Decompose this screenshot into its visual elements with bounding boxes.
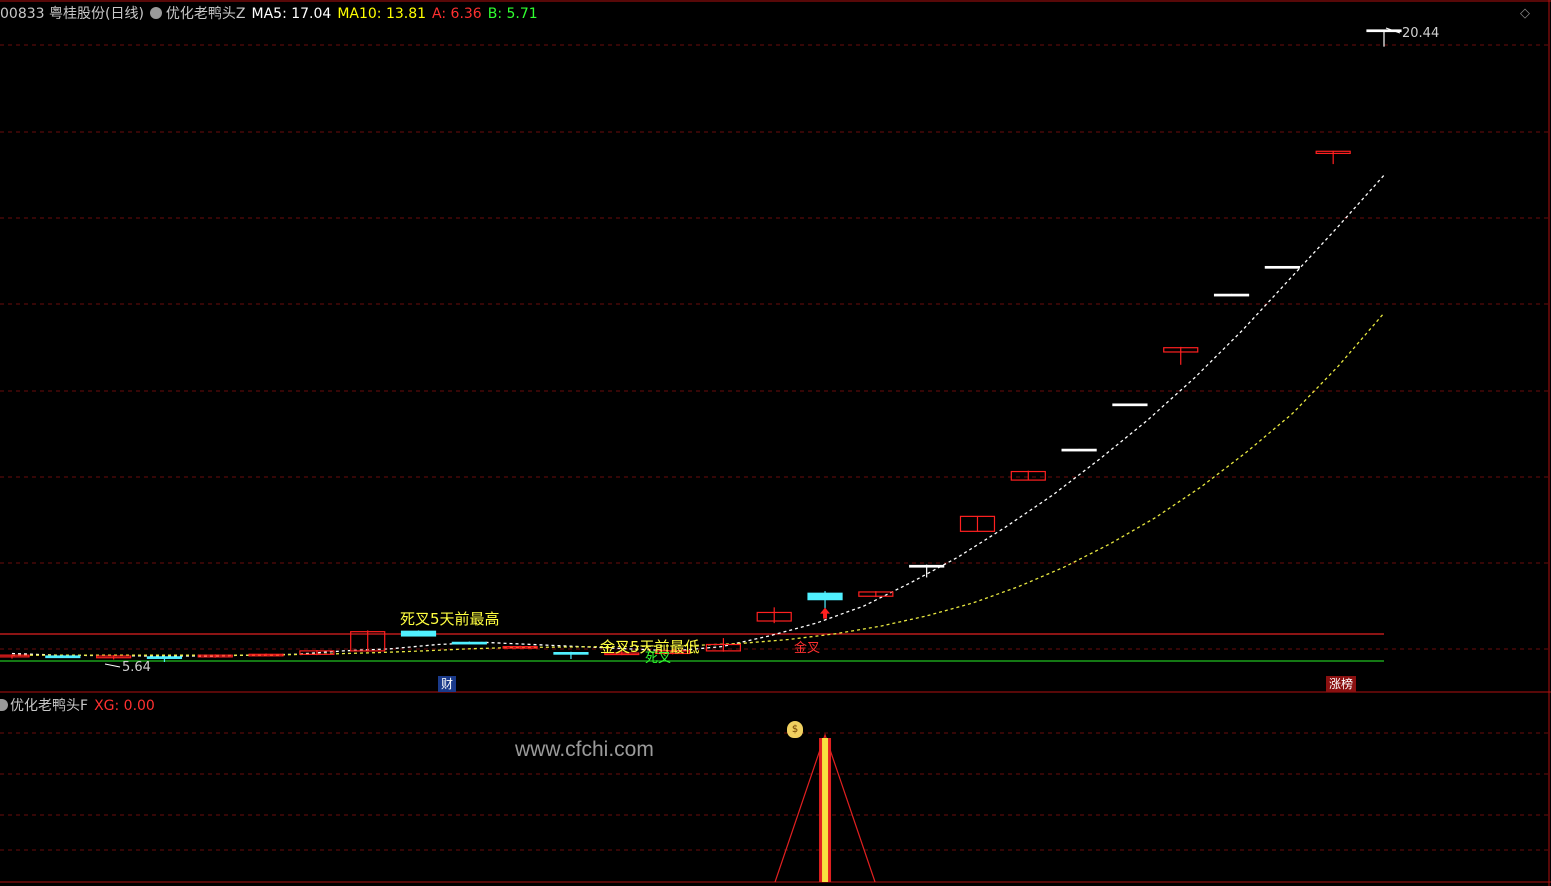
candle-body — [451, 641, 487, 645]
high-price-label: 20.44 — [1402, 26, 1440, 41]
cai-marker[interactable]: 财 — [438, 676, 457, 692]
sub-panel-header: 优化老鸭头F XG: 0.00 — [0, 695, 161, 715]
a-value: A: 6.36 — [432, 6, 482, 22]
candle-body — [909, 564, 945, 568]
golden-cross-small: 金叉 — [794, 641, 821, 656]
candle-body — [1061, 448, 1097, 452]
xg-value: XG: 0.00 — [94, 698, 155, 714]
death-cross-annotation: 死叉5天前最高 — [400, 610, 500, 628]
up-arrow-icon — [820, 607, 831, 619]
low-price-label: 5.64 — [122, 660, 151, 675]
candle-body — [400, 630, 437, 637]
stock-code-name[interactable]: 00833 粤桂股份(日线) — [0, 6, 144, 22]
low-marker-pointer — [104, 663, 121, 668]
candle-body — [553, 652, 589, 655]
ma10-value: MA10: 13.81 — [337, 6, 427, 22]
sub-panel-title[interactable]: 优化老鸭头F — [10, 698, 88, 714]
xg-bar-inner — [822, 738, 829, 882]
candle-body — [1112, 403, 1148, 407]
candle-body — [1213, 293, 1250, 297]
diamond-icon[interactable]: ◇ — [1520, 6, 1530, 21]
ma10-line — [12, 312, 1385, 656]
candle-body — [1264, 265, 1300, 269]
ma5-value: MA5: 17.04 — [251, 6, 332, 22]
circle-icon[interactable] — [0, 699, 8, 711]
ma5-line — [11, 174, 1385, 657]
zhangbang-marker[interactable]: 涨榜 — [1326, 676, 1357, 692]
price-chart[interactable] — [0, 0, 1551, 886]
candle-body — [807, 592, 843, 601]
chart-header: 00833 粤桂股份(日线) 优化老鸭头Z MA5: 17.04 MA10: 13.8… — [0, 3, 544, 23]
indicator-name[interactable]: 优化老鸭头Z — [166, 6, 246, 22]
b-value: B: 5.71 — [487, 6, 538, 22]
indicator-toggle-icon[interactable] — [149, 7, 162, 19]
death-cross-small: 死叉 — [645, 651, 672, 666]
candle-body — [146, 656, 183, 659]
watermark: www.cfchi.com — [515, 738, 654, 761]
candle-body — [0, 654, 30, 658]
candle-body — [45, 655, 81, 659]
money-bag-icon: $ — [787, 721, 803, 738]
